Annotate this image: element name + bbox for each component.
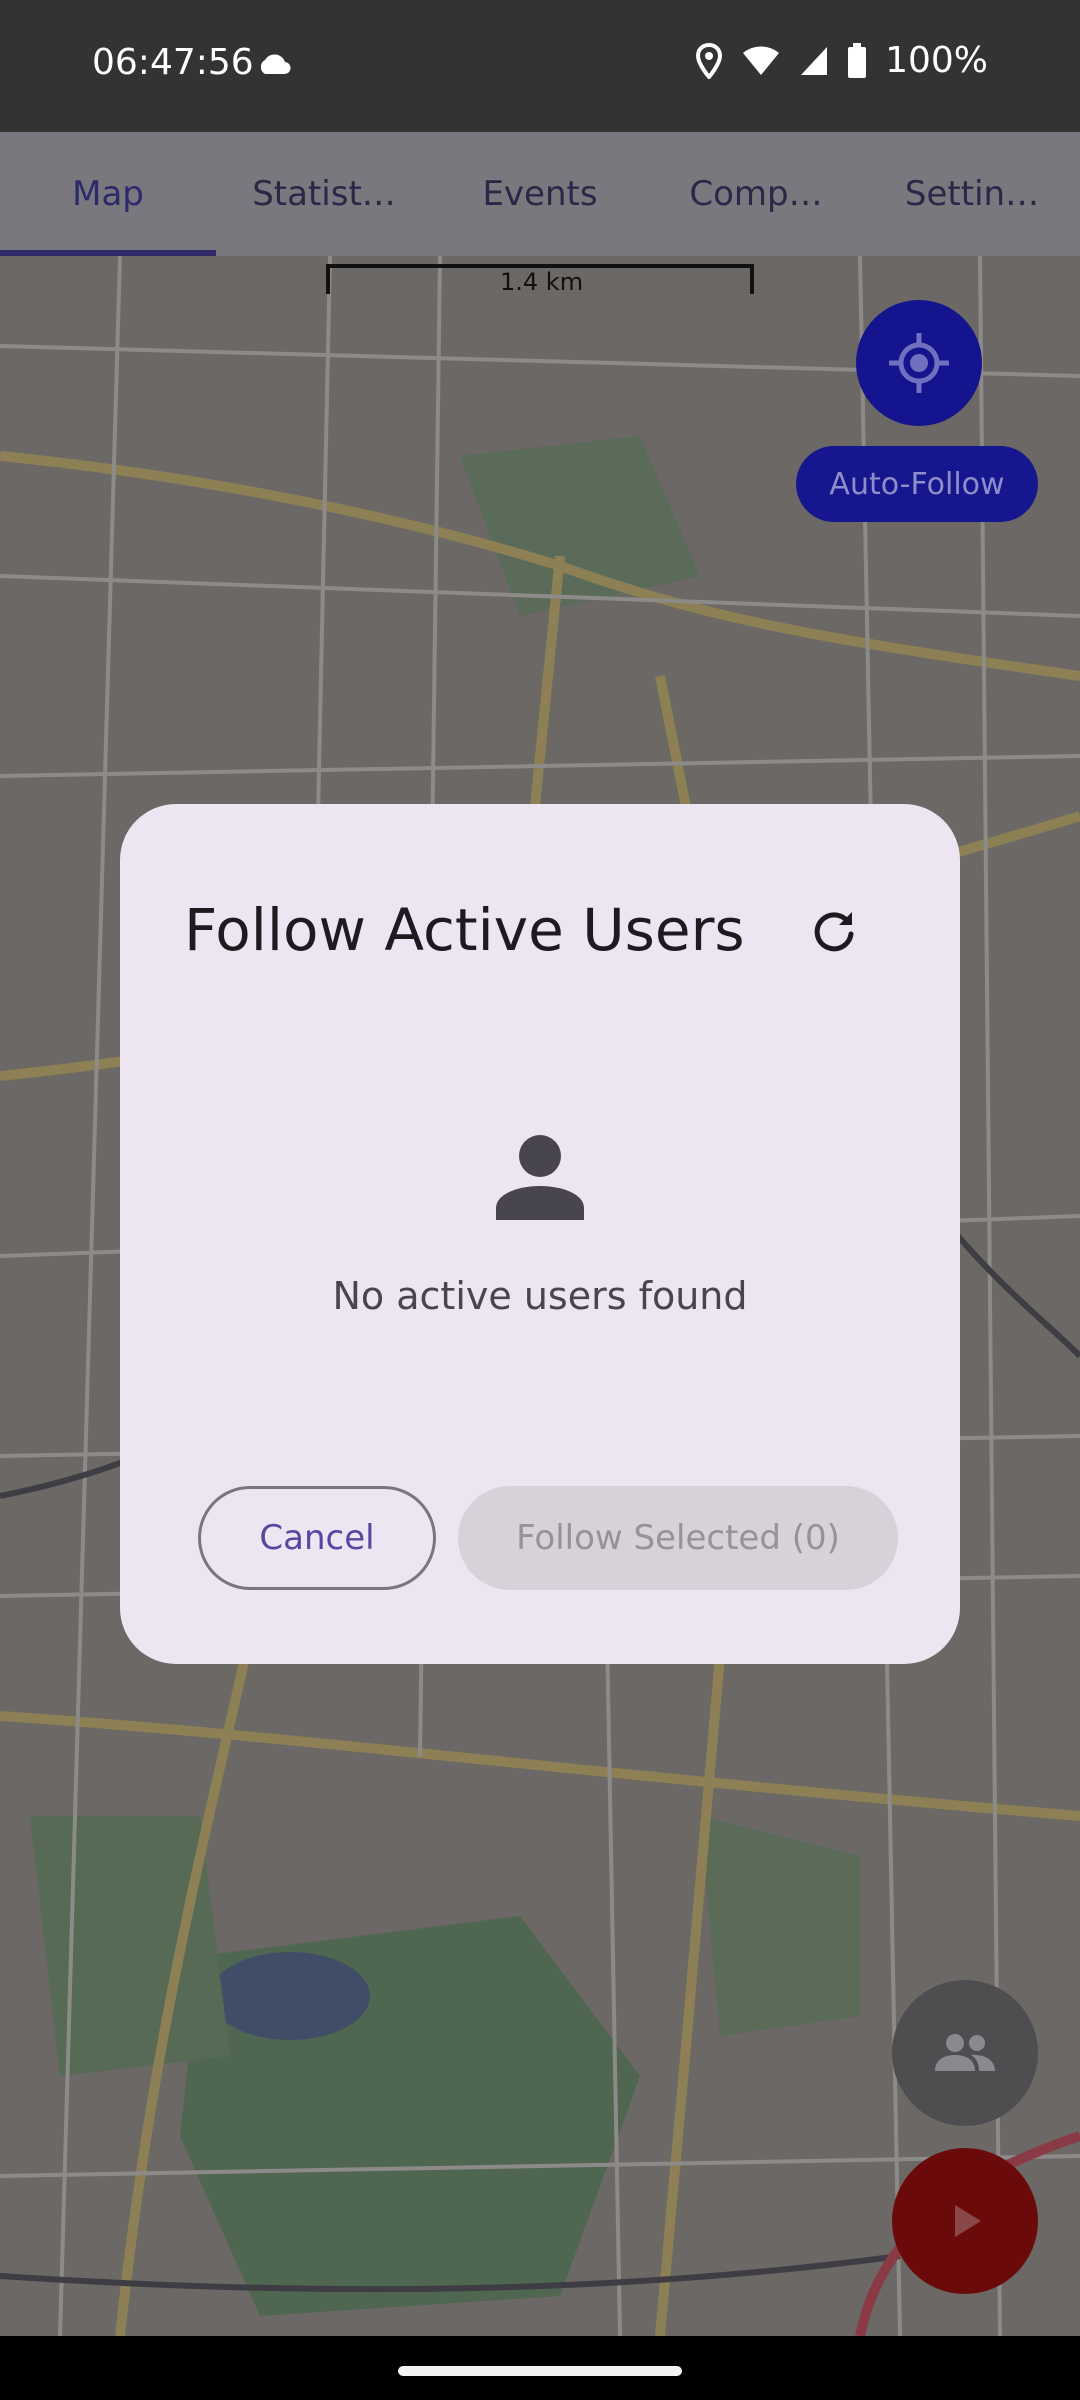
location-icon	[695, 42, 723, 79]
tab-competitions[interactable]: Comp…	[648, 132, 864, 256]
refresh-button[interactable]	[798, 896, 870, 968]
tab-bar: Map Statist… Events Comp… Settin…	[0, 132, 1080, 256]
wifi-icon	[741, 45, 781, 77]
battery-icon	[847, 42, 867, 79]
cancel-button[interactable]: Cancel	[198, 1486, 436, 1590]
auto-follow-button[interactable]: Auto-Follow	[796, 446, 1038, 522]
dialog-title: Follow Active Users	[184, 896, 745, 964]
tab-events[interactable]: Events	[432, 132, 648, 256]
play-icon	[955, 2205, 981, 2237]
follow-users-button[interactable]	[892, 1980, 1038, 2126]
follow-selected-button[interactable]: Follow Selected (0)	[458, 1486, 898, 1590]
tab-settings[interactable]: Settin…	[864, 132, 1080, 256]
my-location-icon	[889, 333, 949, 393]
locate-button[interactable]	[856, 300, 982, 426]
empty-state-message: No active users found	[332, 1274, 748, 1318]
start-recording-button[interactable]	[892, 2148, 1038, 2294]
person-icon	[496, 1134, 584, 1224]
status-time: 06:47:56	[92, 42, 254, 83]
refresh-icon	[814, 912, 854, 952]
cloud-icon	[256, 52, 292, 80]
home-gesture-handle[interactable]	[398, 2366, 682, 2376]
tab-map[interactable]: Map	[0, 132, 216, 256]
battery-percent: 100%	[885, 40, 988, 81]
navigation-bar	[0, 2336, 1080, 2400]
signal-icon	[799, 45, 829, 77]
follow-users-dialog: Follow Active Users No active users foun…	[120, 804, 960, 1664]
people-icon	[935, 2034, 995, 2071]
tab-statistics[interactable]: Statist…	[216, 132, 432, 256]
status-bar: 06:47:56 100%	[0, 0, 1080, 132]
map-scale-label: 1.4 km	[500, 268, 584, 296]
